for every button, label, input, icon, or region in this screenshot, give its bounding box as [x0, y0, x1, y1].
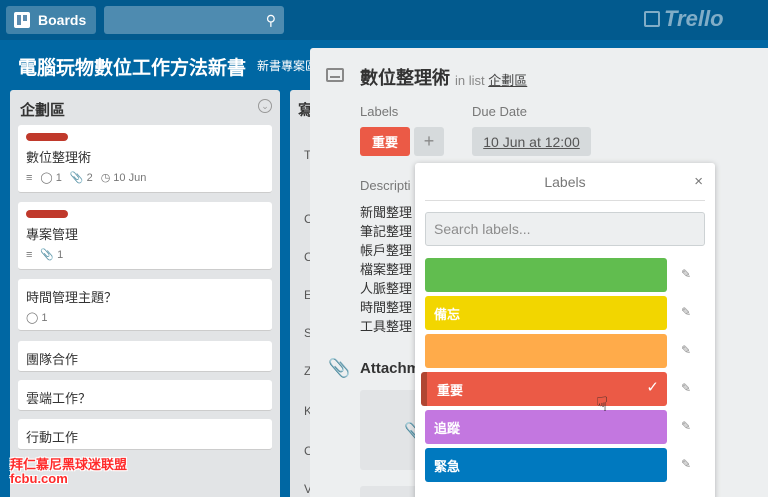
label-option-orange[interactable]	[425, 334, 667, 368]
add-label-button[interactable]: +	[414, 127, 444, 156]
list-planning: 企劃區 ⌄ 數位整理術 ≡ ◯ 1 📎 2 ◷ 10 Jun 專案管理 ≡ 📎 1 時間…	[10, 90, 280, 497]
top-header: Boards ⚲ Trello	[0, 0, 768, 40]
search-icon: ⚲	[265, 12, 276, 28]
card-title: 行動工作	[26, 430, 79, 445]
paperclip-icon: 📎	[40, 249, 55, 261]
label-chip-important[interactable]: 重要	[360, 127, 410, 156]
edit-pencil-icon[interactable]: ✎	[681, 381, 691, 395]
label-option-purple[interactable]: 追蹤	[425, 410, 667, 444]
hand-cursor-icon: ☟	[596, 394, 609, 416]
card-detail-title[interactable]: 數位整理術	[360, 64, 450, 90]
boards-label: Boards	[38, 12, 87, 28]
labels-popover: Labels × ✎ 備忘 ✎ ✎ 重要 ✓ ✎ 追蹤 ✎ 緊急 ✎	[415, 163, 715, 497]
watermark-line: 拜仁慕尼黑球迷联盟	[10, 457, 128, 472]
check-icon: ✓	[646, 379, 659, 396]
close-icon[interactable]: ×	[694, 173, 703, 190]
due-date-button[interactable]: 10 Jun at 12:00	[472, 127, 591, 156]
description-icon: ≡	[26, 171, 33, 184]
label-name: 追蹤	[434, 420, 461, 436]
card-item[interactable]: 雲端工作？	[18, 380, 272, 411]
comments-badge: ◯ 1	[40, 171, 62, 185]
list-title[interactable]: 企劃區	[20, 99, 65, 120]
description-line: 工具整理	[360, 319, 413, 334]
comment-icon: ◯	[40, 172, 53, 184]
labels-heading: Labels	[360, 104, 399, 119]
search-labels-input[interactable]	[425, 212, 705, 246]
edit-pencil-icon[interactable]: ✎	[681, 305, 691, 319]
header-search-input[interactable]: ⚲	[104, 6, 284, 34]
label-option-blue[interactable]: 緊急	[425, 448, 667, 482]
description-line: 筆記整理	[360, 224, 413, 239]
description-line: 帳戶整理	[360, 243, 413, 258]
card-item[interactable]: 專案管理 ≡ 📎 1	[18, 202, 272, 270]
comment-icon: ◯	[26, 312, 39, 324]
list-link[interactable]: 企劃區	[488, 73, 527, 88]
popover-title: Labels	[544, 174, 586, 190]
board-subtitle[interactable]: 新書專案區	[257, 57, 317, 74]
due-text: 10 Jun	[113, 171, 147, 184]
label-option-green[interactable]	[425, 258, 667, 292]
in-list-text: in list 企劃區	[455, 70, 527, 89]
edit-pencil-icon[interactable]: ✎	[681, 457, 691, 471]
description-line: 檔案整理	[360, 262, 413, 277]
watermark-line: fcbu.com	[10, 471, 68, 486]
card-badges: ◯ 1	[26, 311, 264, 325]
card-title: 團隊合作	[26, 352, 79, 367]
label-name: 重要	[437, 382, 464, 398]
boards-icon	[14, 12, 30, 28]
attachments-badge: 📎 2	[69, 171, 93, 185]
boards-button[interactable]: Boards	[6, 6, 96, 34]
edit-pencil-icon[interactable]: ✎	[681, 343, 691, 357]
description-line: 時間整理	[360, 300, 413, 315]
card-item[interactable]: 團隊合作	[18, 341, 272, 372]
watermark: 拜仁慕尼黑球迷联盟 fcbu.com	[10, 458, 127, 486]
due-date-heading: Due Date	[472, 104, 527, 119]
board-title[interactable]: 電腦玩物數位工作方法新書	[18, 53, 246, 80]
edit-pencil-icon[interactable]: ✎	[681, 267, 691, 281]
label-name: 緊急	[434, 458, 461, 474]
due-badge: ◷ 10 Jun	[100, 171, 147, 185]
edit-pencil-icon[interactable]: ✎	[681, 419, 691, 433]
comments-count: 1	[55, 171, 62, 184]
card-title: 時間管理主題？	[26, 290, 118, 305]
divider	[425, 200, 705, 201]
paperclip-icon: 📎	[328, 358, 351, 378]
card-item[interactable]: 行動工作	[18, 419, 272, 450]
description-text[interactable]: 新聞整理 筆記整理 帳戶整理 檔案整理 人脈整理 時間整理 工具整理	[360, 203, 412, 336]
card-label	[26, 133, 68, 141]
description-icon: ≡	[26, 248, 33, 261]
card-label	[26, 210, 68, 218]
clock-icon: ◷	[100, 172, 111, 184]
card-title: 數位整理術	[26, 150, 92, 165]
comments-badge: ◯ 1	[26, 311, 48, 325]
card-badges: ≡ 📎 1	[26, 248, 264, 262]
attachments-heading: Attachm	[360, 360, 421, 377]
label-option-yellow[interactable]: 備忘	[425, 296, 667, 330]
in-list-prefix: in list	[455, 73, 485, 88]
card-item[interactable]: 時間管理主題？ ◯ 1	[18, 279, 272, 331]
card-title: 雲端工作？	[26, 391, 92, 406]
attachments-count: 1	[57, 248, 64, 261]
comments-count: 1	[41, 311, 48, 324]
attachments-badge: 📎 1	[40, 248, 64, 262]
label-option-red[interactable]: 重要 ✓	[421, 372, 667, 406]
description-heading: Descripti	[360, 178, 411, 193]
label-name: 備忘	[434, 306, 461, 322]
description-line: 新聞整理	[360, 205, 413, 220]
paperclip-icon: 📎	[69, 172, 84, 184]
card-icon	[326, 68, 344, 82]
card-title: 專案管理	[26, 227, 79, 242]
list-menu-icon[interactable]: ⌄	[258, 99, 272, 113]
card-badges: ≡ ◯ 1 📎 2 ◷ 10 Jun	[26, 171, 264, 185]
attachments-count: 2	[86, 171, 93, 184]
attachment-thumbnail[interactable]	[360, 486, 420, 497]
description-line: 人脈整理	[360, 281, 413, 296]
logo-text: Trello	[664, 6, 724, 31]
trello-logo[interactable]: Trello	[644, 6, 724, 32]
trello-logo-icon	[644, 11, 660, 27]
card-item[interactable]: 數位整理術 ≡ ◯ 1 📎 2 ◷ 10 Jun	[18, 125, 272, 193]
attachment-thumbnail[interactable]: 📎	[360, 390, 426, 470]
